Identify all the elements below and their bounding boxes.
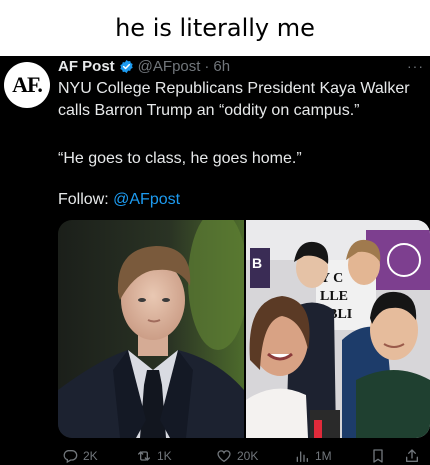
tweet-media[interactable]: B Y C LLE UBLI [58,220,430,438]
views-icon [296,451,308,462]
verified-badge-icon [119,59,133,73]
follow-line: Follow: @AFpost [58,190,180,210]
tweet-quote: “He goes to class, he goes home.” [58,150,302,167]
author-handle[interactable]: @AFpost [138,58,201,75]
repost-count: 1K [157,449,172,463]
like-button[interactable]: 20K [216,448,258,464]
views-count: 1M [315,449,332,463]
bookmark-button[interactable] [370,448,386,464]
follow-label: Follow: [58,191,109,208]
separator-dot: · [204,57,210,75]
repost-icon [138,451,150,461]
more-icon[interactable]: ··· [407,58,424,74]
reply-button[interactable]: 2K [62,448,98,464]
tweet-body: NYU College Republicans President Kaya W… [58,80,410,119]
action-bar: 2K 1K 20K 1M [58,448,430,465]
like-count: 20K [237,449,259,463]
tweet-timestamp[interactable]: 6h [213,58,230,75]
reply-count: 2K [83,449,98,463]
author-name[interactable]: AF Post [58,58,115,75]
tweet-header: AF Post @AFpost · 6h [58,56,230,76]
media-photo-group[interactable]: B Y C LLE UBLI [246,220,430,438]
sign-b-text: B [252,255,262,271]
media-photo-portrait[interactable] [58,220,244,438]
sign-lle-text: LLE [320,289,348,304]
reply-icon [63,450,78,464]
views-button[interactable]: 1M [294,448,332,464]
tweet[interactable]: AF. AF Post @AFpost · 6h ··· NYU College… [0,56,430,465]
follow-handle-link[interactable]: @AFpost [113,191,180,208]
bookmark-icon [373,449,383,463]
meme-caption: he is literally me [0,0,430,56]
repost-button[interactable]: 1K [136,448,172,464]
like-icon [217,450,231,463]
author-avatar[interactable]: AF. [4,62,50,108]
share-button[interactable] [404,448,420,464]
share-icon [406,449,418,462]
